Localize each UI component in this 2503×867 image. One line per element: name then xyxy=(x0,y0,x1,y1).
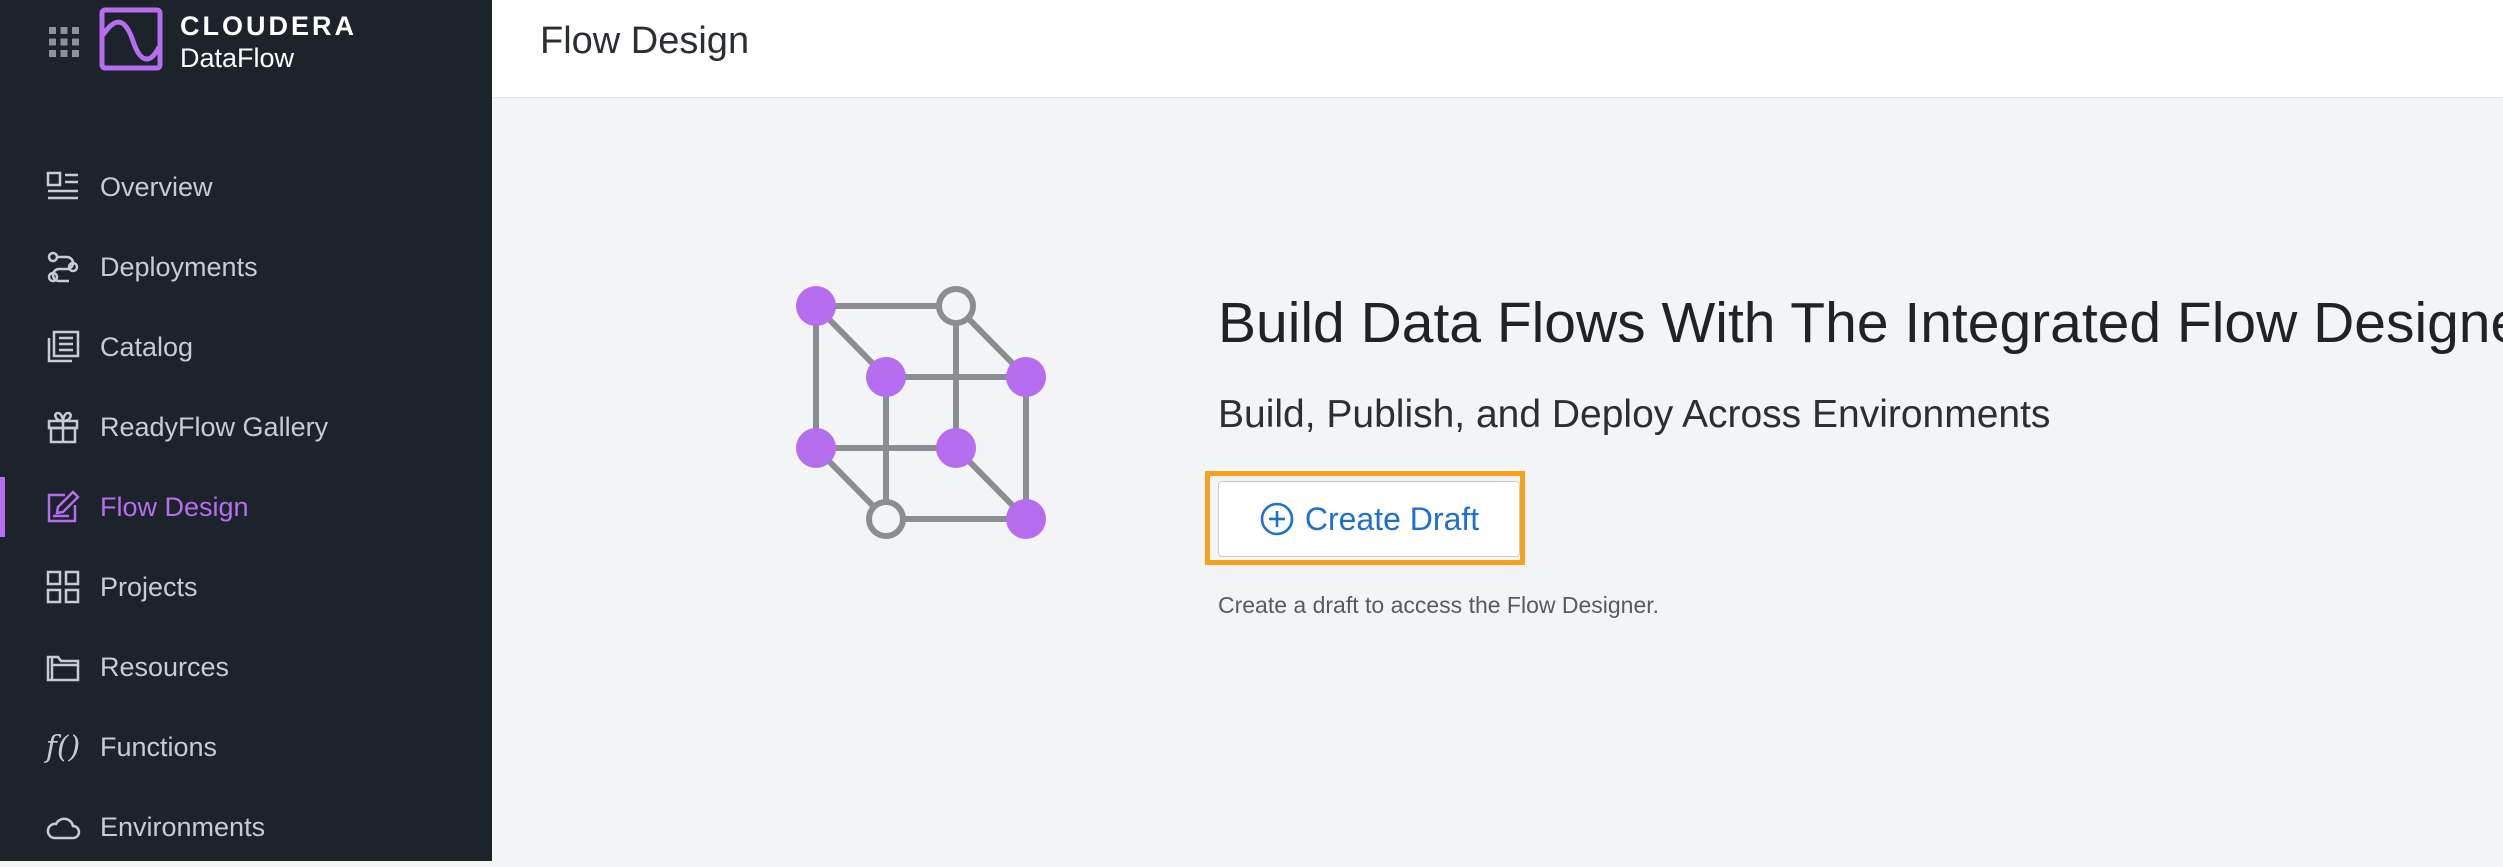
folder-icon xyxy=(44,648,82,686)
deployments-icon xyxy=(44,248,82,286)
app-launcher-icon[interactable] xyxy=(48,26,80,58)
create-draft-button[interactable]: Create Draft xyxy=(1218,481,1520,557)
brand-product: DataFlow xyxy=(180,43,295,73)
projects-icon xyxy=(44,568,82,606)
brand: CLOUDERA DataFlow xyxy=(180,10,357,74)
dataflow-logo-icon xyxy=(99,7,163,71)
sidebar-item-flow-design[interactable]: Flow Design xyxy=(0,467,492,547)
sidebar-item-functions[interactable]: f() Functions xyxy=(0,707,492,787)
overview-icon xyxy=(44,168,82,206)
function-icon: f() xyxy=(45,729,81,765)
sidebar-item-label: Projects xyxy=(100,571,198,602)
sidebar-item-deployments[interactable]: Deployments xyxy=(0,227,492,307)
catalog-icon xyxy=(44,328,82,366)
sidebar-item-environments[interactable]: Environments xyxy=(0,787,492,867)
page-header: Flow Design xyxy=(492,0,2503,98)
sidebar-item-overview[interactable]: Overview xyxy=(0,147,492,227)
sidebar: CLOUDERA DataFlow Overview Deployments C… xyxy=(0,0,492,861)
sidebar-item-label: Environments xyxy=(100,811,266,842)
hero-subtitle: Build, Publish, and Deploy Across Enviro… xyxy=(1218,393,2051,436)
sidebar-item-projects[interactable]: Projects xyxy=(0,547,492,627)
brand-name: CLOUDERA xyxy=(180,11,357,41)
sidebar-item-resources[interactable]: Resources xyxy=(0,627,492,707)
hero-title: Build Data Flows With The Integrated Flo… xyxy=(1218,291,2503,355)
sidebar-item-catalog[interactable]: Catalog xyxy=(0,307,492,387)
page-title: Flow Design xyxy=(540,20,750,62)
sidebar-item-label: Resources xyxy=(100,651,230,682)
sidebar-nav: Overview Deployments Catalog ReadyFlow G… xyxy=(0,147,492,867)
sidebar-item-label: Deployments xyxy=(100,251,258,282)
flow-cube-illustration-icon xyxy=(790,285,1050,545)
sidebar-item-label: Overview xyxy=(100,171,213,202)
sidebar-item-label: Functions xyxy=(100,731,218,762)
cloud-icon xyxy=(44,808,82,846)
gift-icon xyxy=(44,408,82,446)
sidebar-item-label: ReadyFlow Gallery xyxy=(100,411,329,442)
create-draft-hint: Create a draft to access the Flow Design… xyxy=(1218,592,1660,618)
sidebar-item-label: Catalog xyxy=(100,331,194,362)
edit-icon xyxy=(44,488,82,526)
create-draft-label: Create Draft xyxy=(1304,500,1480,537)
plus-circle-icon xyxy=(1259,501,1295,537)
sidebar-item-readyflow-gallery[interactable]: ReadyFlow Gallery xyxy=(0,387,492,467)
sidebar-item-label: Flow Design xyxy=(100,491,249,522)
